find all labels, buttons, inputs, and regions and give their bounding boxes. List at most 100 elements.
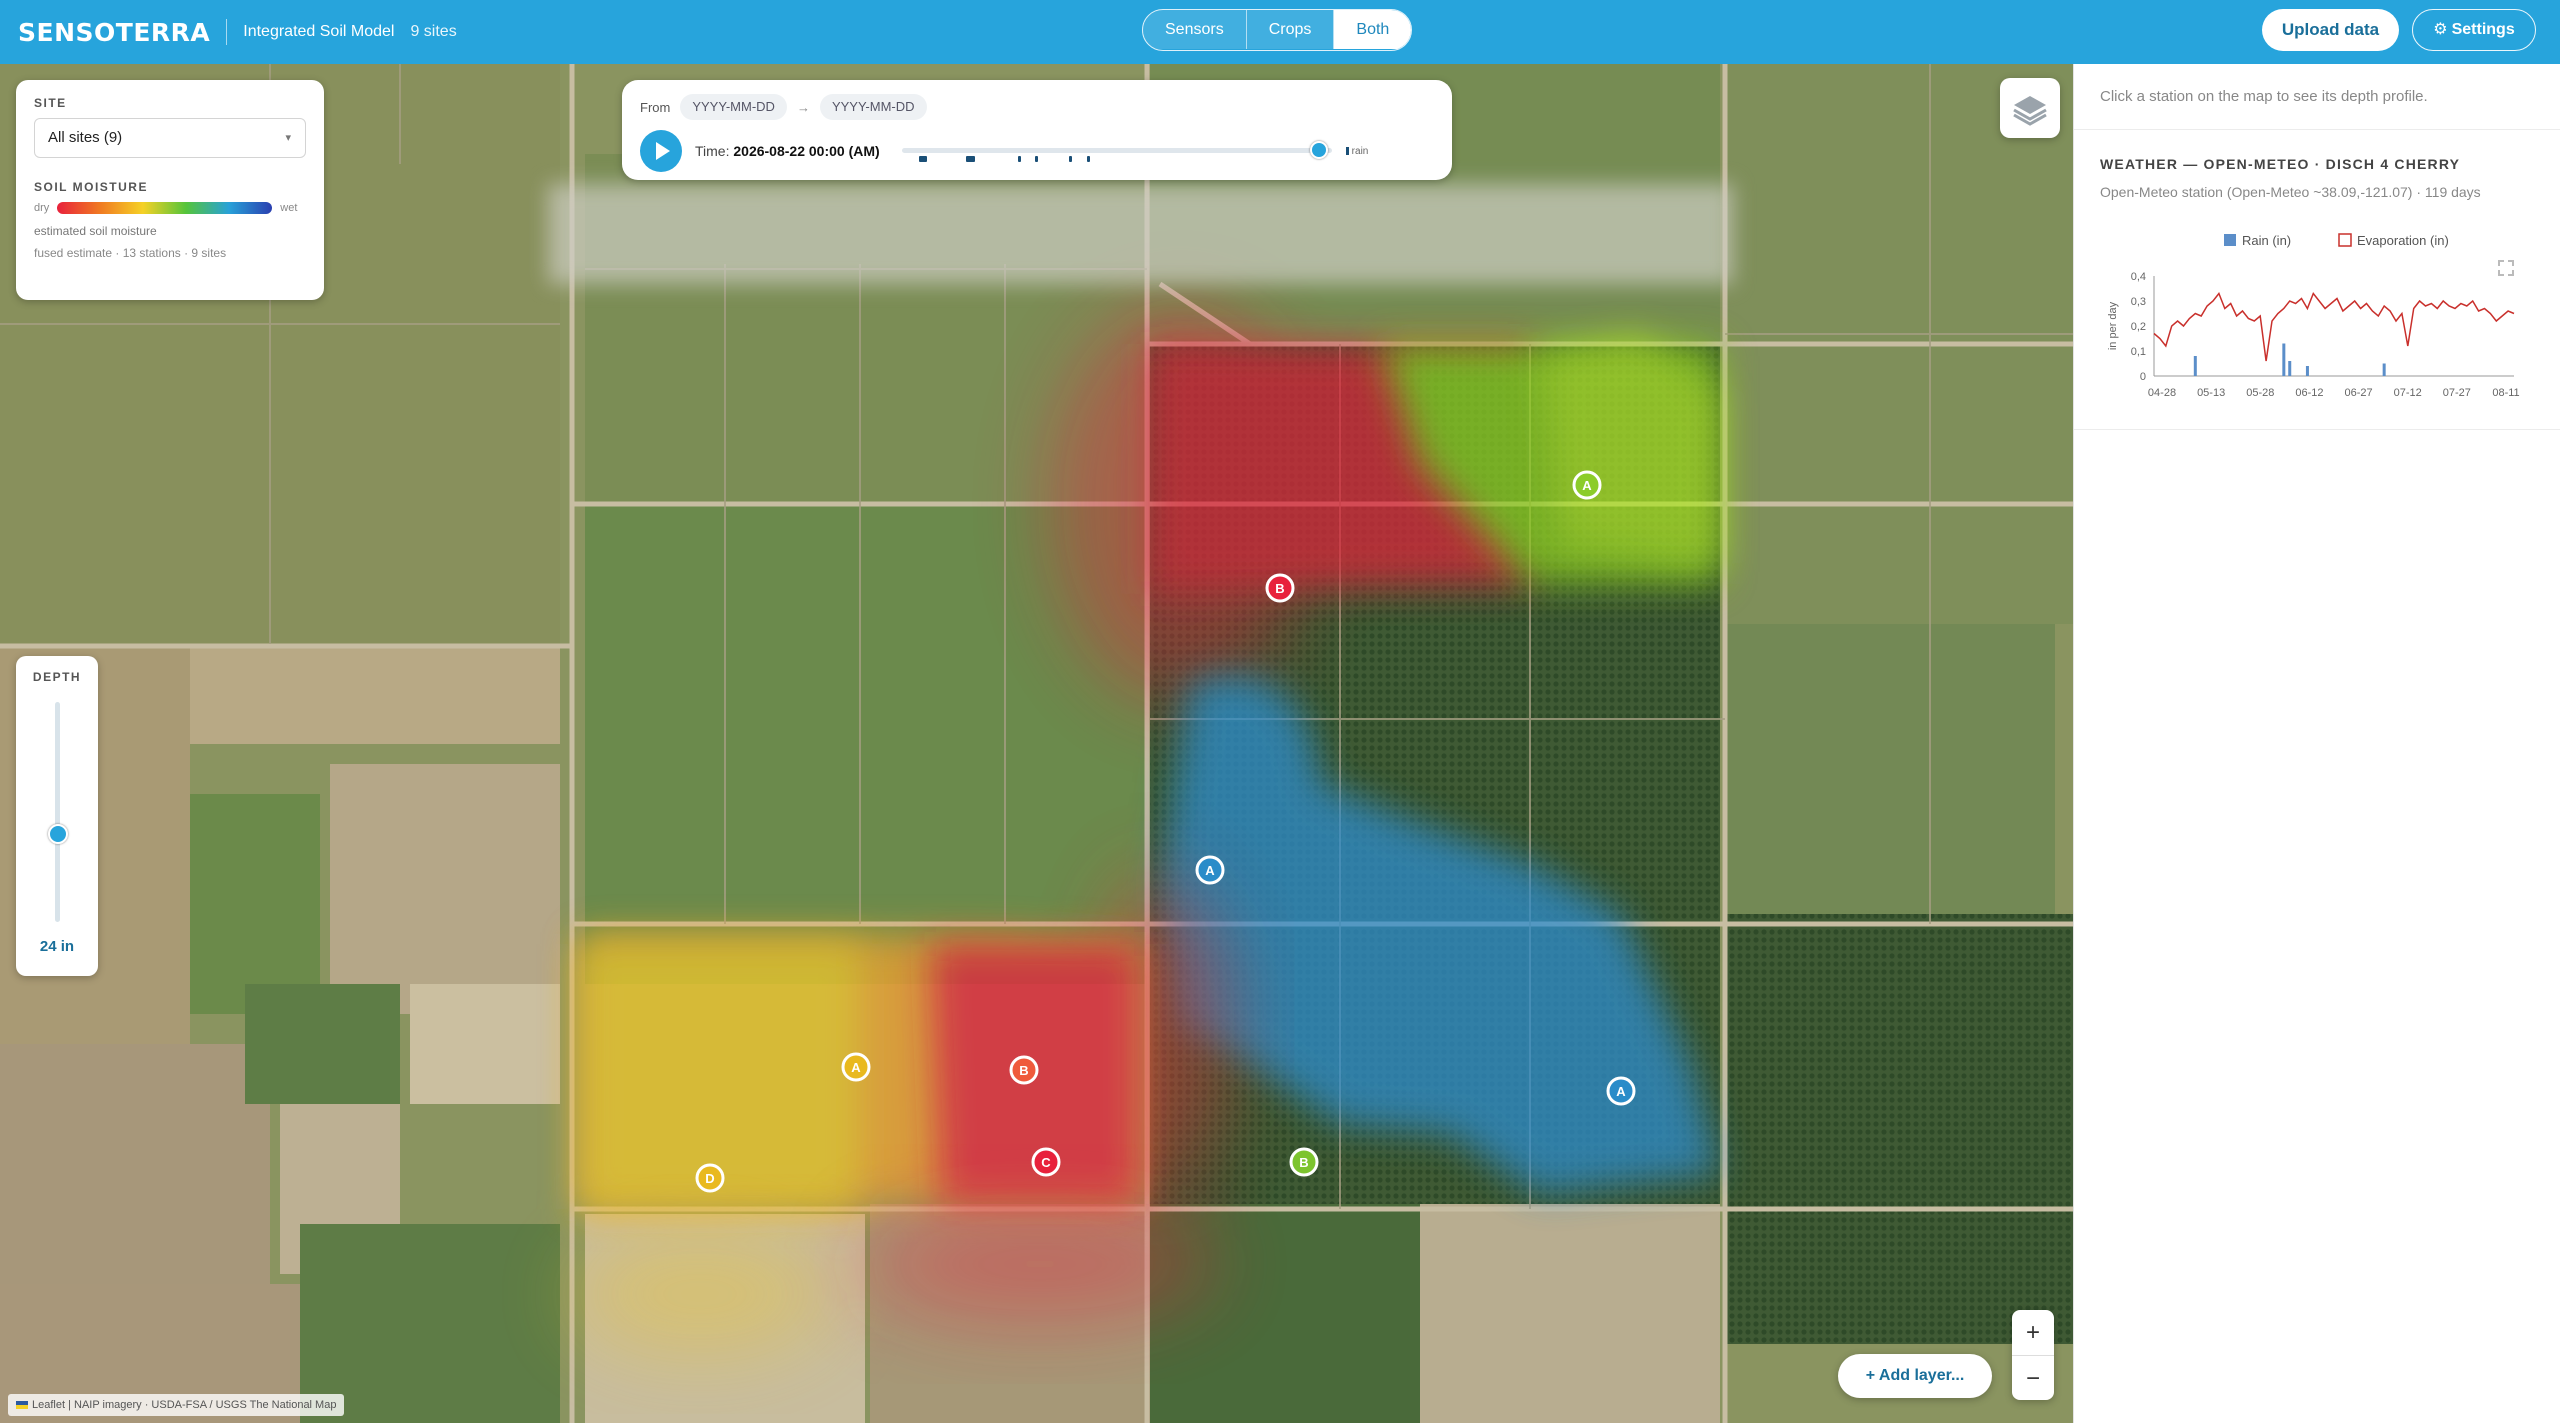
range-arrow: → [796, 99, 810, 115]
soil-moisture-label: SOIL MOISTURE [34, 180, 148, 194]
station-marker-label: B [1275, 581, 1284, 596]
site-label: SITE [34, 96, 67, 110]
toggle-both[interactable]: Both [1334, 10, 1412, 49]
brand-divider [226, 19, 228, 45]
layers-button[interactable] [2000, 78, 2060, 138]
from-date-input[interactable]: YYYY-MM-DD [680, 94, 787, 120]
fusion-note: fused estimate · 13 stations · 9 sites [34, 246, 227, 260]
time-slider-thumb[interactable] [1309, 141, 1328, 159]
settings-label: Settings [2451, 21, 2515, 38]
view-toggle: Sensors Crops Both [1142, 9, 1413, 51]
site-count: 9 sites [410, 23, 457, 40]
add-layer-button[interactable]: + Add layer... [1838, 1354, 1992, 1398]
moisture-gradient-bar [57, 202, 273, 214]
station-marker-label: B [1019, 1063, 1028, 1078]
time-slider[interactable] [901, 136, 1332, 166]
x-tick-label: 07-27 [2443, 387, 2471, 399]
station-marker-label: A [1205, 863, 1215, 878]
rain-bar [2282, 343, 2286, 376]
brand-logo[interactable]: SENSOTERRA [18, 18, 210, 47]
gear-icon: ⚙ [2433, 21, 2448, 38]
legend-rain[interactable]: Rain (in) [2242, 233, 2291, 248]
station-marker-label: B [1299, 1155, 1308, 1170]
moisture-scale: dry wet [34, 202, 306, 214]
rain-tick [1069, 156, 1073, 162]
time-panel: From YYYY-MM-DD → YYYY-MM-DD Time: 2026-… [622, 80, 1452, 180]
chevron-down-icon: ▾ [285, 132, 291, 144]
map-view[interactable]: A B A A B C D B A SITE All sites (9) ▾ SOIL MOIS… [0, 64, 2073, 1423]
station-marker-label: A [1582, 478, 1592, 493]
station-hint: Click a station on the map to see its de… [2074, 64, 2560, 130]
expand-icon[interactable] [2498, 260, 2514, 276]
time-label: Time: [695, 143, 730, 159]
station-marker[interactable]: B [1009, 1055, 1039, 1085]
toggle-sensors[interactable]: Sensors [1143, 10, 1247, 49]
rain-tick [1034, 156, 1038, 162]
play-button[interactable] [640, 130, 682, 172]
rain-bar [2305, 366, 2309, 376]
y-tick-label: 0,2 [2131, 321, 2146, 333]
x-tick-label: 04-28 [2148, 387, 2176, 399]
weather-subtitle: Open-Meteo station (Open-Meteo ~38.09,-1… [2100, 184, 2481, 200]
site-select[interactable]: All sites (9) ▾ [34, 118, 306, 158]
map-attribution: Leaflet | NAIP imagery · USDA-FSA / USGS… [8, 1394, 345, 1416]
x-tick-label: 08-11 [2492, 387, 2519, 399]
zoom-control: + − [2012, 1310, 2054, 1400]
station-marker[interactable]: D [695, 1163, 725, 1193]
legend-swatch-evaporation [2338, 233, 2352, 247]
rain-tick [1017, 156, 1021, 162]
rain-bar [2288, 361, 2292, 376]
y-tick-label: 0,1 [2131, 346, 2146, 358]
rain-legend-label: rain [1351, 145, 1369, 157]
app-title: Integrated Soil Model [243, 23, 395, 40]
right-sidebar: Click a station on the map to see its de… [2073, 64, 2560, 1423]
depth-slider-thumb[interactable] [48, 824, 68, 844]
attribution-text[interactable]: Leaflet | NAIP imagery · USDA-FSA / USGS… [32, 1399, 336, 1411]
weather-title: WEATHER — OPEN-METEO · DISCH 4 CHERRY [2100, 156, 2461, 172]
weather-section: WEATHER — OPEN-METEO · DISCH 4 CHERRY Op… [2074, 130, 2560, 430]
legend-evaporation[interactable]: Evaporation (in) [2357, 233, 2449, 248]
toggle-crops[interactable]: Crops [1246, 10, 1335, 49]
depth-panel: DEPTH 24 in [16, 656, 98, 976]
rain-tick-icon [1345, 146, 1349, 155]
zoom-in-button[interactable]: + [2012, 1310, 2054, 1355]
top-bar: SENSOTERRA Integrated Soil Model 9 sites… [0, 0, 2560, 64]
flag-icon [16, 1401, 28, 1410]
station-marker[interactable]: A [1606, 1076, 1636, 1106]
to-date-input[interactable]: YYYY-MM-DD [819, 94, 927, 120]
station-marker-label: A [1616, 1084, 1626, 1099]
station-marker-label: A [851, 1060, 861, 1075]
depth-label: DEPTH [32, 670, 82, 684]
time-value: 2026-08-22 00:00 (AM) [733, 143, 880, 159]
time-slider-track [901, 148, 1332, 153]
station-marker-label: C [1041, 1155, 1051, 1170]
zoom-out-button[interactable]: − [2012, 1355, 2054, 1400]
x-tick-label: 07-12 [2394, 387, 2422, 399]
time-readout: Time: 2026-08-22 00:00 (AM) [695, 143, 880, 159]
brand: SENSOTERRA Integrated Soil Model 9 sites [18, 16, 457, 48]
weather-chart: Rain (in) Evaporation (in) 0 0,1 0,2 0,3 0,4 in… [2107, 233, 2520, 399]
x-tick-label: 05-28 [2246, 387, 2274, 399]
x-tick-label: 06-12 [2295, 387, 2323, 399]
layers-icon [2013, 96, 2047, 126]
station-marker[interactable]: A [841, 1052, 871, 1082]
chart-legend: Rain (in) Evaporation (in) [2224, 233, 2449, 248]
site-panel: SITE All sites (9) ▾ SOIL MOISTURE dry w… [16, 80, 324, 300]
x-tick-label: 05-13 [2197, 387, 2225, 399]
rain-tick [966, 156, 975, 162]
station-marker[interactable]: B [1289, 1147, 1319, 1177]
scale-dry-label: dry [34, 202, 50, 214]
upload-data-button[interactable]: Upload data [2262, 9, 2399, 51]
y-tick-label: 0,4 [2131, 271, 2146, 283]
station-marker[interactable]: B [1265, 573, 1295, 603]
obscured-region [548, 184, 1733, 284]
station-marker[interactable]: A [1195, 855, 1225, 885]
depth-slider-track[interactable] [55, 702, 60, 922]
moisture-note: estimated soil moisture [34, 224, 157, 238]
rain-bar [2382, 363, 2386, 376]
legend-swatch-rain [2224, 234, 2236, 246]
station-marker[interactable]: A [1572, 470, 1602, 500]
from-label: From [640, 99, 671, 115]
station-marker[interactable]: C [1031, 1147, 1061, 1177]
settings-button[interactable]: ⚙ Settings [2412, 9, 2536, 51]
